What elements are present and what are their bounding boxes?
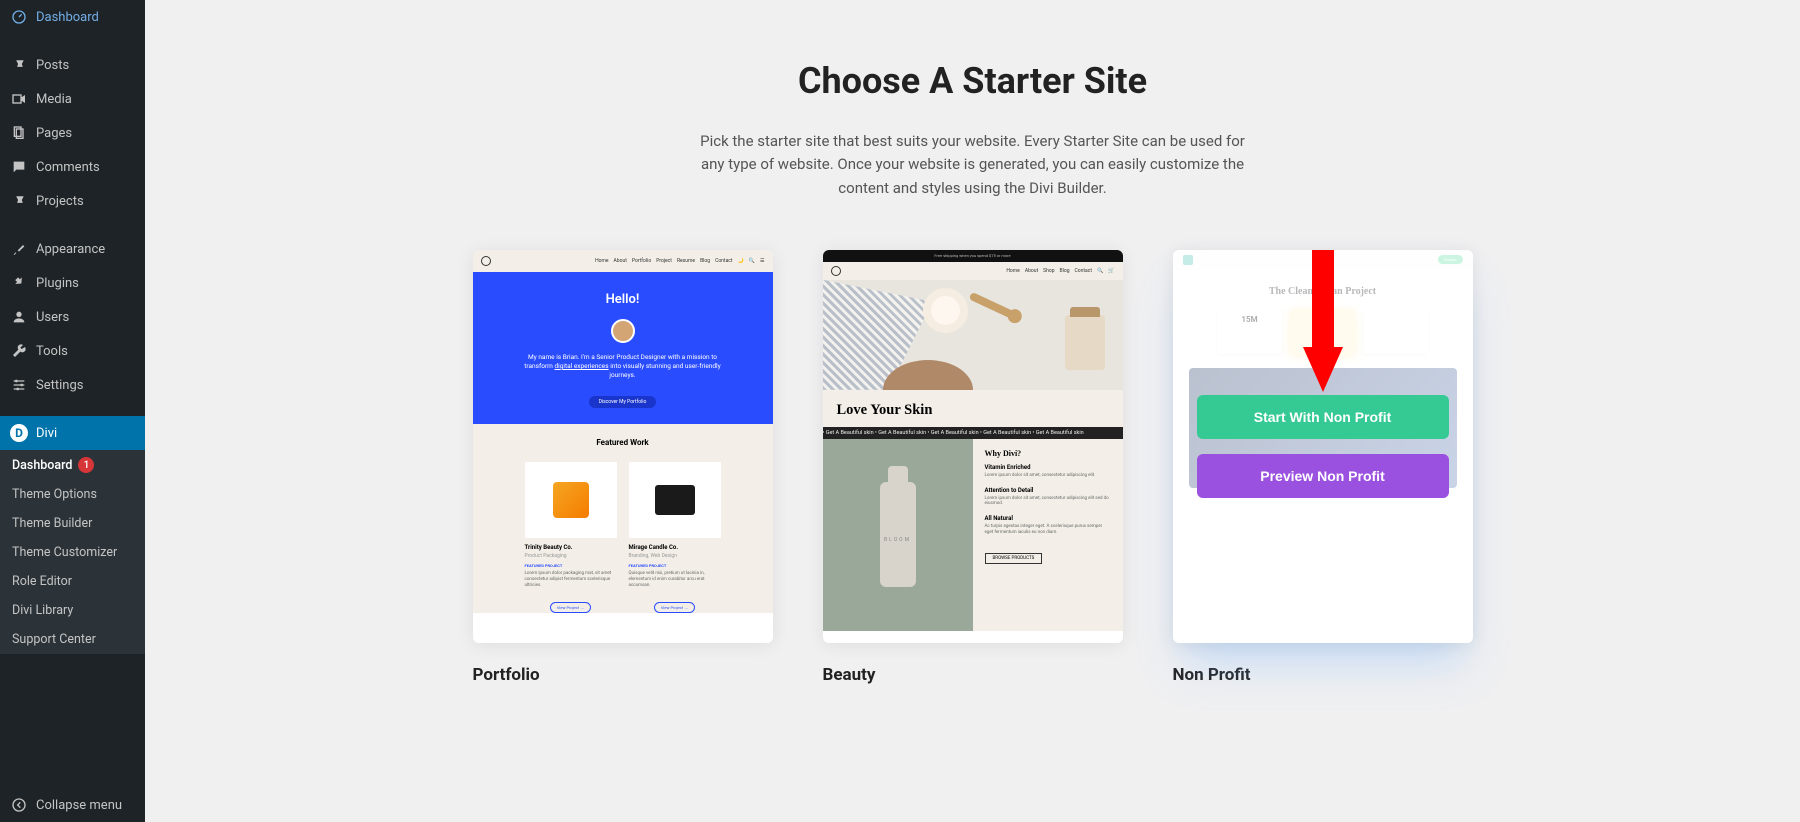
comment-icon <box>10 158 28 176</box>
hero-image <box>823 280 1123 390</box>
submenu-item-theme-customizer[interactable]: Theme Customizer <box>0 538 145 567</box>
media-icon <box>10 90 28 108</box>
user-icon <box>10 308 28 326</box>
brush-icon <box>10 240 28 258</box>
admin-sidebar: Dashboard Posts Media Pages Comments Pro… <box>0 0 145 822</box>
submenu-label: Dashboard <box>12 458 72 473</box>
sliders-icon <box>10 376 28 394</box>
submenu-label: Theme Builder <box>12 516 92 531</box>
pin-icon <box>10 56 28 74</box>
site-logo-icon <box>831 266 841 276</box>
collapse-menu-button[interactable]: Collapse menu <box>0 788 145 822</box>
sidebar-item-plugins[interactable]: Plugins <box>0 266 145 300</box>
sidebar-item-pages[interactable]: Pages <box>0 116 145 150</box>
sidebar-label: Users <box>36 310 69 325</box>
sidebar-label: Tools <box>36 344 68 359</box>
avatar <box>611 319 635 343</box>
feature-item: All Natural Ac turpis egestas integer eg… <box>985 515 1111 536</box>
main-content: Choose A Starter Site Pick the starter s… <box>145 0 1800 822</box>
divi-submenu: Dashboard 1 Theme Options Theme Builder … <box>0 450 145 654</box>
submenu-item-divi-library[interactable]: Divi Library <box>0 596 145 625</box>
sidebar-item-comments[interactable]: Comments <box>0 150 145 184</box>
card-title: Portfolio <box>473 665 773 685</box>
submenu-item-support-center[interactable]: Support Center <box>0 625 145 654</box>
sidebar-item-settings[interactable]: Settings <box>0 368 145 402</box>
starter-card-beauty[interactable]: Free shipping when you spend $75 or more… <box>823 250 1123 685</box>
starter-card-portfolio[interactable]: HomeAboutPortfolioProjectResumeBlogConta… <box>473 250 773 685</box>
submenu-label: Theme Customizer <box>12 545 117 560</box>
sidebar-item-projects[interactable]: Projects <box>0 184 145 218</box>
submenu-item-theme-builder[interactable]: Theme Builder <box>0 509 145 538</box>
hero-intro: My name is Brian. I'm a Senior Product D… <box>523 353 723 380</box>
sidebar-label: Plugins <box>36 276 79 291</box>
plugin-icon <box>10 274 28 292</box>
dashboard-icon <box>10 8 28 26</box>
sidebar-item-posts[interactable]: Posts <box>0 48 145 82</box>
non-profit-preview: Donate The Clean Ocean Project 15M Start… <box>1173 250 1473 643</box>
sidebar-item-users[interactable]: Users <box>0 300 145 334</box>
product-image: BLOOM <box>823 439 973 631</box>
site-logo-icon <box>481 256 491 266</box>
sidebar-label: Settings <box>36 378 83 393</box>
work-item: Trinity Beauty Co. Product Packaging FEA… <box>525 462 617 613</box>
collapse-label: Collapse menu <box>36 798 122 813</box>
feature-item: Attention to Detail Lorem ipsum dolor si… <box>985 487 1111 508</box>
sidebar-item-tools[interactable]: Tools <box>0 334 145 368</box>
pages-icon <box>10 124 28 142</box>
sidebar-item-dashboard[interactable]: Dashboard <box>0 0 145 34</box>
wrench-icon <box>10 342 28 360</box>
preview-nav: HomeAboutPortfolioProjectResumeBlogConta… <box>595 258 764 264</box>
sidebar-item-appearance[interactable]: Appearance <box>0 232 145 266</box>
sidebar-label: Pages <box>36 126 72 141</box>
submenu-item-dashboard[interactable]: Dashboard 1 <box>0 450 145 480</box>
card-title: Non Profit <box>1173 665 1473 685</box>
card-title: Beauty <box>823 665 1123 685</box>
submenu-label: Role Editor <box>12 574 72 589</box>
featured-title: Featured Work <box>493 438 753 447</box>
submenu-item-role-editor[interactable]: Role Editor <box>0 567 145 596</box>
submenu-label: Divi Library <box>12 603 73 618</box>
work-item: Mirage Candle Co. Branding, Web Design F… <box>629 462 721 613</box>
sidebar-label: Appearance <box>36 242 105 257</box>
page-title: Choose A Starter Site <box>185 60 1760 102</box>
collapse-icon <box>10 796 28 814</box>
portfolio-preview: HomeAboutPortfolioProjectResumeBlogConta… <box>473 250 773 643</box>
starter-site-cards: HomeAboutPortfolioProjectResumeBlogConta… <box>185 250 1760 685</box>
page-description: Pick the starter site that best suits yo… <box>693 130 1253 200</box>
sidebar-label: Dashboard <box>36 10 99 25</box>
sidebar-item-media[interactable]: Media <box>0 82 145 116</box>
preview-button[interactable]: Preview Non Profit <box>1197 454 1449 498</box>
promo-bar: Free shipping when you spend $75 or more <box>823 250 1123 262</box>
starter-card-non-profit[interactable]: Donate The Clean Ocean Project 15M Start… <box>1173 250 1473 685</box>
hero-cta: Discover My Portfolio <box>589 396 657 408</box>
preview-nav: HomeAboutShopBlogContact 🔍🛒 <box>1006 268 1114 274</box>
beauty-preview: Free shipping when you spend $75 or more… <box>823 250 1123 643</box>
submenu-label: Theme Options <box>12 487 97 502</box>
pin-icon <box>10 192 28 210</box>
marquee: • Get A Beautiful skin • Get A Beautiful… <box>823 427 1123 439</box>
annotation-arrow-icon <box>1298 250 1348 402</box>
submenu-label: Support Center <box>12 632 96 647</box>
sidebar-label: Divi <box>36 426 57 441</box>
sidebar-item-divi[interactable]: D Divi <box>0 416 145 450</box>
submenu-item-theme-options[interactable]: Theme Options <box>0 480 145 509</box>
divi-icon: D <box>10 424 28 442</box>
sidebar-label: Projects <box>36 194 84 209</box>
section-title: Why Divi? <box>985 449 1111 458</box>
hero-title: Love Your Skin <box>837 402 1109 419</box>
sidebar-label: Media <box>36 92 72 107</box>
sidebar-label: Posts <box>36 58 69 73</box>
hero-greeting: Hello! <box>498 292 748 307</box>
browse-button: BROWSE PRODUCTS <box>985 553 1043 564</box>
sidebar-label: Comments <box>36 160 100 175</box>
feature-item: Vitamin Enriched Lorem ipsum dolor sit a… <box>985 464 1111 479</box>
notification-badge: 1 <box>78 457 94 473</box>
